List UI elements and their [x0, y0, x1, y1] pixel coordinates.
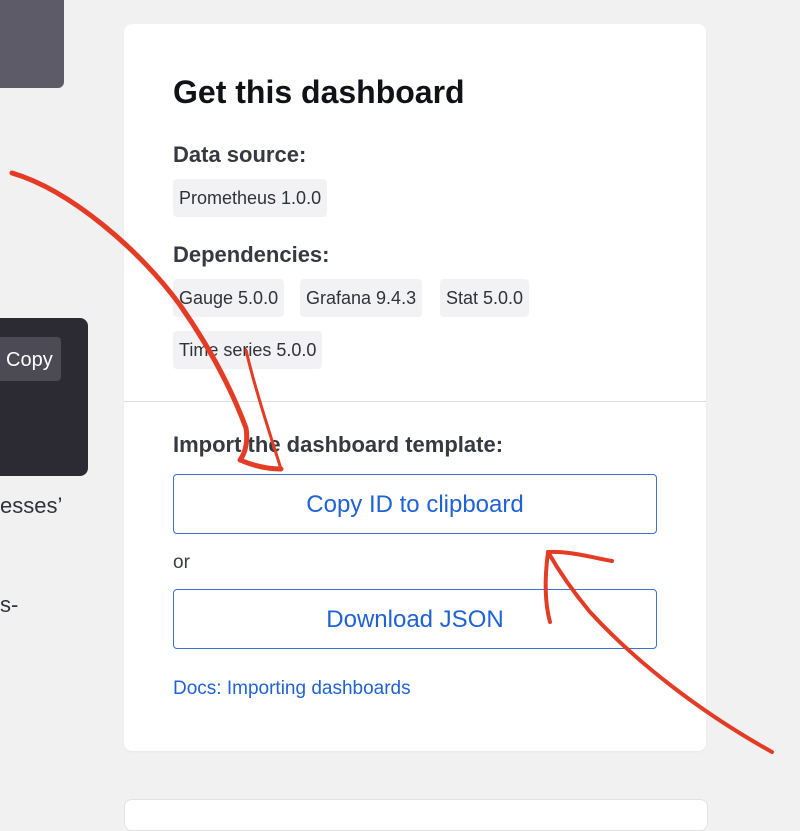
dependencies-heading: Dependencies:	[173, 242, 330, 267]
or-separator: or	[173, 552, 190, 573]
left-text-fragment: s-	[0, 592, 19, 617]
next-card-edge	[124, 799, 708, 831]
dependency-tag: Stat 5.0.0	[440, 279, 530, 317]
left-text-fragment: esses’	[0, 493, 63, 518]
copy-code-button[interactable]: Copy	[0, 337, 61, 381]
data-source-heading: Data source:	[173, 142, 307, 167]
left-panel-block	[0, 0, 64, 88]
dependency-tag: Grafana 9.4.3	[300, 279, 423, 317]
dependency-tag: Time series 5.0.0	[173, 331, 323, 369]
card-title: Get this dashboard	[173, 74, 465, 110]
data-source-tag: Prometheus 1.0.0	[173, 179, 328, 217]
import-heading: Import the dashboard template:	[173, 432, 504, 457]
get-dashboard-card: Get this dashboard Data source: Promethe…	[124, 24, 706, 751]
copy-id-button[interactable]: Copy ID to clipboard	[173, 474, 657, 534]
docs-importing-link[interactable]: Docs: Importing dashboards	[173, 678, 411, 700]
dependency-tag: Gauge 5.0.0	[173, 279, 285, 317]
download-json-button[interactable]: Download JSON	[173, 589, 657, 649]
card-divider	[124, 401, 706, 402]
